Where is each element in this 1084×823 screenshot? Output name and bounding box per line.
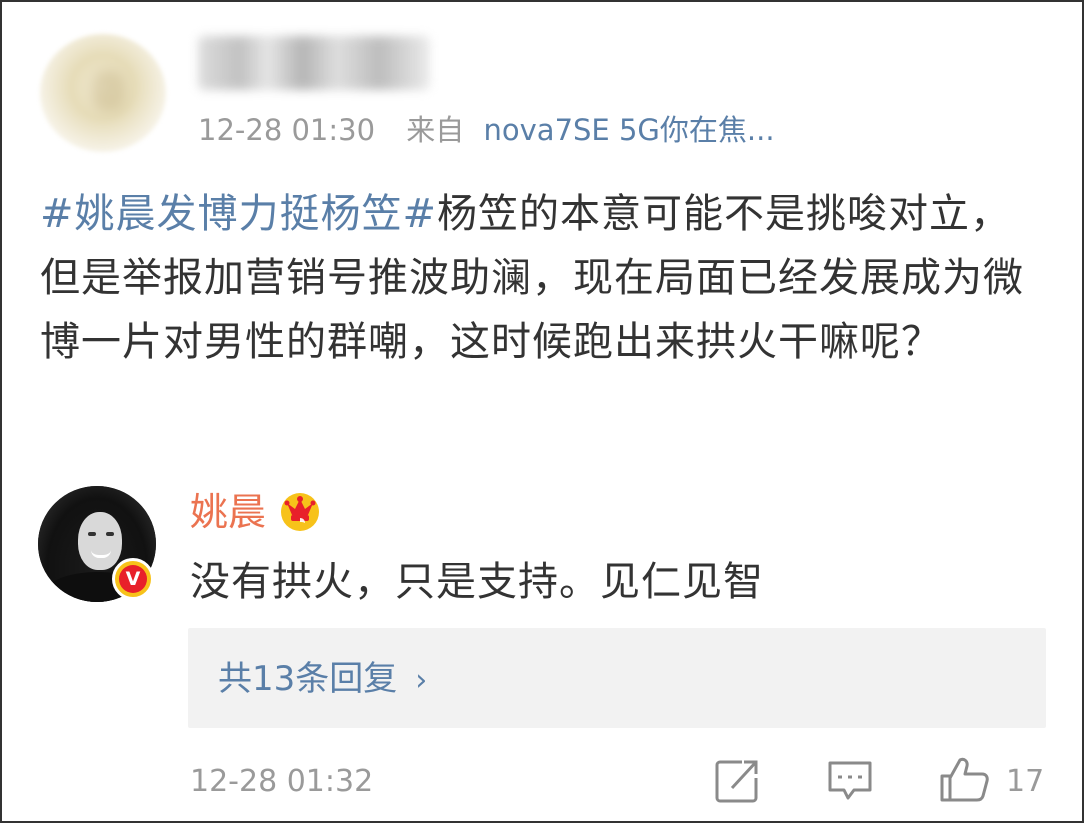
weibo-comment-card: 12-28 01:30 来自 nova7SE 5G你在焦... #姚晨发博力挺杨… [0,0,1084,823]
reply-time: 12-28 01:32 [190,764,374,799]
reply-author-name[interactable]: 姚晨 [190,488,266,536]
post-text: #姚晨发博力挺杨笠#杨笠的本意可能不是挑唆对立，但是举报加营销号推波助澜，现在局… [40,182,1050,374]
comment-icon[interactable] [826,758,874,804]
post-hashtag-link[interactable]: #姚晨发博力挺杨笠# [40,191,437,237]
crown-icon[interactable] [278,488,322,532]
like-icon[interactable] [938,754,990,804]
post-author-avatar[interactable] [40,34,166,152]
replies-panel[interactable]: 共13条回复 › [188,628,1046,728]
verified-icon: V [112,558,154,600]
chevron-right-icon: › [415,663,428,698]
verified-badge-letter: V [119,565,147,593]
reply-text: 没有拱火，只是支持。见仁见智 [190,559,764,605]
post-device-link[interactable]: nova7SE 5G你在焦... [484,113,775,147]
share-icon[interactable] [714,758,760,804]
view-replies-link[interactable]: 共13条回复 › [218,656,427,702]
post-meta: 12-28 01:30 来自 nova7SE 5G你在焦... [198,110,775,150]
post-time: 12-28 01:30 [198,113,376,147]
post-source-label: 来自 [406,113,465,147]
replies-count-label: 共13条回复 [218,659,398,699]
like-count: 17 [1006,764,1045,799]
post-author-name-blurred[interactable] [198,36,430,90]
